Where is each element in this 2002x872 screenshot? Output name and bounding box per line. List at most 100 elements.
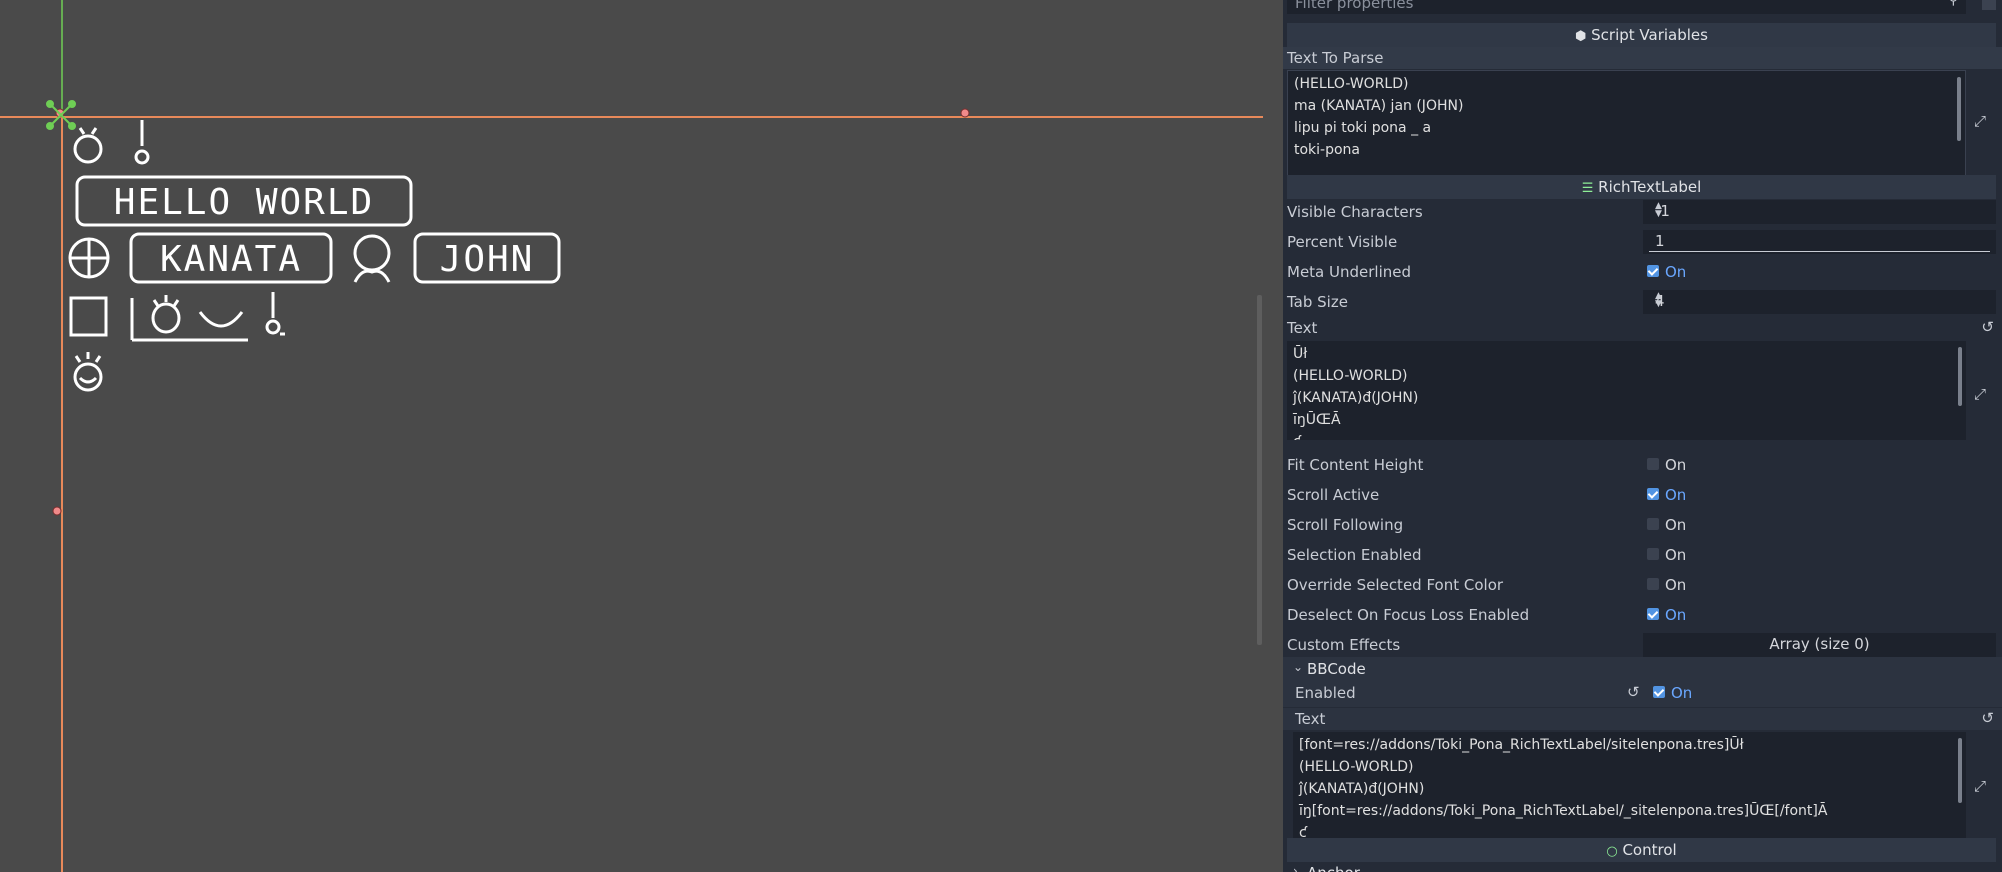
prop-selection-enabled-label: Selection Enabled <box>1287 546 1422 564</box>
prop-meta-underlined-label: Meta Underlined <box>1287 263 1412 281</box>
fit-content-height-checkbox[interactable] <box>1647 458 1659 470</box>
filter-properties-input[interactable]: Filter properties ⚲ <box>1287 0 1966 14</box>
sort-icon[interactable] <box>1982 0 1996 10</box>
expand-icon[interactable]: ⤢ <box>1974 777 1990 795</box>
scroll-active-value[interactable]: On <box>1665 486 1686 504</box>
group-bbcode[interactable]: ⌄ BBCode <box>1283 657 2002 681</box>
group-anchor-label: Anchor <box>1307 864 1360 872</box>
text-line: lipu pi toki pona _ a <box>1294 120 1432 136</box>
text-line: Ūł <box>1293 346 1308 362</box>
glyph-pi-cartouche-icon <box>130 295 248 342</box>
prop-fit-content-height-label: Fit Content Height <box>1287 456 1424 474</box>
override-selected-font-color-checkbox[interactable] <box>1647 578 1659 590</box>
prop-deselect-on-focus-loss-label: Deselect On Focus Loss Enabled <box>1287 606 1530 624</box>
top-center-handle[interactable] <box>960 108 970 118</box>
prop-text-label: Text <box>1287 319 1318 337</box>
bbcode-text-textarea[interactable]: [font=res://addons/Toki_Pona_RichTextLab… <box>1293 732 1966 840</box>
prop-tab-size: Tab Size 4 ▲ ▼ <box>1283 288 2002 316</box>
viewport-svg: HELLO WORLD KANATA JOHN <box>0 0 1263 872</box>
dock-splitter[interactable] <box>1263 0 1283 872</box>
control-icon: ○ <box>1606 844 1618 859</box>
fit-content-height-value[interactable]: On <box>1665 456 1686 474</box>
cartouche-john-text: JOHN <box>440 239 535 280</box>
prop-scroll-following-label: Scroll Following <box>1287 516 1404 534</box>
section-rich-text-label[interactable]: ☰ RichTextLabel <box>1287 175 1996 199</box>
section-rich-text-label-label: RichTextLabel <box>1598 178 1702 196</box>
expand-icon[interactable]: ⤢ <box>1974 112 1990 130</box>
text-line: īŋ[font=res://addons/Toki_Pona_RichTextL… <box>1299 803 1828 819</box>
selection-enabled-checkbox[interactable] <box>1647 548 1659 560</box>
group-anchor[interactable]: › Anchor <box>1283 862 2002 872</box>
text-line: [font=res://addons/Toki_Pona_RichTextLab… <box>1299 737 1744 753</box>
text-line: (HELLO-WORLD) <box>1294 76 1409 92</box>
deselect-on-focus-loss-value[interactable]: On <box>1665 606 1686 624</box>
canvas-viewport[interactable]: HELLO WORLD KANATA JOHN <box>0 0 1263 872</box>
prop-text: Text ↺ <box>1283 317 2002 339</box>
bbcode-enabled-checkbox[interactable] <box>1653 686 1665 698</box>
glyph-a-icon <box>265 292 285 336</box>
cartouche-kanata-text: KANATA <box>160 239 302 280</box>
glyph-line-3 <box>69 292 285 342</box>
rich-text-label-icon: ☰ <box>1581 181 1594 196</box>
visible-characters-spinbox[interactable]: -1 ▲ ▼ <box>1643 200 1996 224</box>
prop-scroll-active-label: Scroll Active <box>1287 486 1380 504</box>
prop-text-to-parse-label: Text To Parse <box>1287 49 1384 67</box>
meta-underlined-value[interactable]: On <box>1665 263 1686 281</box>
expand-icon[interactable]: ⤢ <box>1974 385 1990 403</box>
spin-arrows-icon[interactable]: ▲ ▼ <box>1655 202 1986 219</box>
spin-arrows-icon[interactable]: ▲ ▼ <box>1655 292 1986 309</box>
glyph-line-2: KANATA JOHN <box>68 232 561 284</box>
selection-enabled-value[interactable]: On <box>1665 546 1686 564</box>
prop-percent-visible-label: Percent Visible <box>1287 233 1398 251</box>
text-line: ĵ(KANATA)đ(JOHN) <box>1293 390 1419 406</box>
percent-visible-slider[interactable]: 1 <box>1643 230 1996 254</box>
textarea-scrollbar[interactable] <box>1958 347 1962 407</box>
scroll-following-checkbox[interactable] <box>1647 518 1659 530</box>
scroll-following-value[interactable]: On <box>1665 516 1686 534</box>
revert-icon[interactable]: ↺ <box>1981 318 1994 336</box>
prop-visible-characters: Visible Characters -1 ▲ ▼ <box>1283 198 2002 226</box>
cartouche-hello-world-text: HELLO WORLD <box>114 182 374 223</box>
text-line: īŋŪŒĀ <box>1293 412 1341 428</box>
prop-fit-content-height: Fit Content Height On <box>1283 451 2002 479</box>
scroll-active-checkbox[interactable] <box>1647 488 1659 500</box>
viewport-scrollbar[interactable] <box>1257 295 1262 645</box>
glyph-line-4 <box>73 352 103 392</box>
text-textarea[interactable]: Ūł (HELLO-WORLD) ĵ(KANATA)đ(JOHN) īŋŪŒĀ … <box>1287 341 1966 440</box>
revert-icon[interactable]: ↺ <box>1981 709 1994 727</box>
custom-effects-value: Array (size 0) <box>1769 635 1870 653</box>
prop-tab-size-label: Tab Size <box>1287 293 1348 311</box>
script-icon: ⬢ <box>1575 29 1587 44</box>
text-line: (HELLO-WORLD) <box>1293 368 1408 384</box>
prop-bbcode-enabled-label: Enabled <box>1295 684 1356 702</box>
deselect-on-focus-loss-checkbox[interactable] <box>1647 608 1659 620</box>
textarea-scrollbar[interactable] <box>1958 738 1962 803</box>
prop-bbcode-enabled: Enabled ↺ On <box>1283 679 2002 707</box>
prop-scroll-following: Scroll Following On <box>1283 511 2002 539</box>
left-center-handle[interactable] <box>52 506 62 516</box>
glyph-toki-pona-icon <box>73 352 103 392</box>
glyph-exclaim-icon <box>134 120 150 165</box>
text-to-parse-textarea[interactable]: (HELLO-WORLD) ma (KANATA) jan (JOHN) lip… <box>1287 70 1966 178</box>
prop-scroll-active: Scroll Active On <box>1283 481 2002 509</box>
search-icon: ⚲ <box>1948 0 1958 8</box>
section-script-variables[interactable]: ⬢ Script Variables <box>1287 23 1996 47</box>
revert-icon[interactable]: ↺ <box>1627 683 1640 701</box>
prop-bbcode-text: Text ↺ <box>1283 708 2002 730</box>
bbcode-enabled-value[interactable]: On <box>1671 684 1692 702</box>
custom-effects-array-button[interactable]: Array (size 0) <box>1643 633 1996 657</box>
text-line: toki-pona <box>1294 142 1361 158</box>
textarea-scrollbar[interactable] <box>1957 77 1961 141</box>
prop-percent-visible: Percent Visible 1 <box>1283 228 2002 256</box>
section-control[interactable]: ○ Control <box>1287 838 1996 862</box>
inspector-panel: Filter properties ⚲ ⬢ Script Variables T… <box>1283 0 2002 872</box>
glyph-line-1: HELLO WORLD <box>75 175 413 227</box>
prop-deselect-on-focus-loss: Deselect On Focus Loss Enabled On <box>1283 601 2002 629</box>
section-control-label: Control <box>1622 841 1677 859</box>
tab-size-spinbox[interactable]: 4 ▲ ▼ <box>1643 290 1996 314</box>
glyph-lipu-icon <box>69 296 108 337</box>
override-selected-font-color-value[interactable]: On <box>1665 576 1686 594</box>
prop-selection-enabled: Selection Enabled On <box>1283 541 2002 569</box>
meta-underlined-checkbox[interactable] <box>1647 265 1659 277</box>
text-line: ƈ <box>1293 431 1966 440</box>
